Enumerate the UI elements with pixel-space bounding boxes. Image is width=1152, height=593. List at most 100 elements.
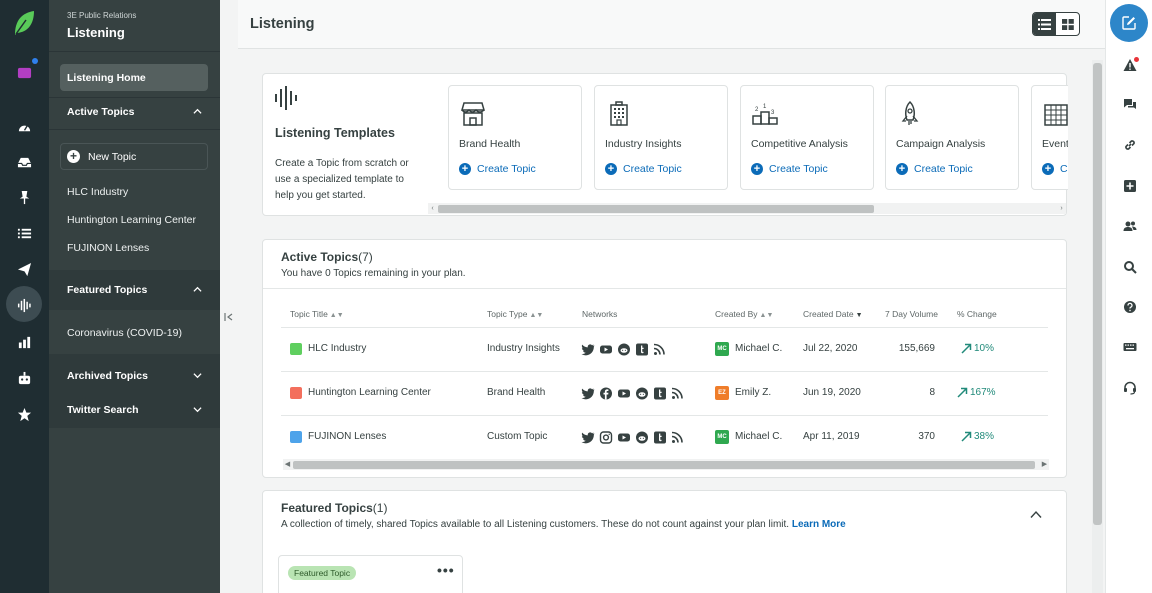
plus-circle-icon: + [751,163,763,175]
create-topic-link[interactable]: + Create Topic [605,163,682,175]
divider [281,415,1048,416]
add-button[interactable] [1106,176,1152,196]
topic-title-link[interactable]: HLC Industry [308,343,366,354]
list-view-button[interactable] [1033,13,1056,35]
template-card-event[interactable]: Event + Create Topic [1031,85,1068,190]
scrollbar-thumb[interactable] [293,461,1035,469]
help-button[interactable] [1106,297,1152,317]
trend-up-icon [957,387,968,398]
col-created-date[interactable]: Created Date ▼ [803,309,863,319]
active-topics-header[interactable]: Active Topics [67,106,135,118]
create-topic-link[interactable]: + Create Topic [751,163,828,175]
avatar: MC [715,342,729,356]
plus-circle-icon: + [1042,163,1054,175]
topic-title-link[interactable]: FUJINON Lenses [308,431,386,442]
create-topic-link[interactable]: + Create Topic [1042,163,1068,175]
svg-text:1: 1 [763,104,767,110]
scroll-left-arrow-icon[interactable]: ◀ [283,459,292,470]
twitter-search-header[interactable]: Twitter Search [67,404,139,416]
rss-icon [671,387,683,399]
chevron-down-icon[interactable] [193,405,202,414]
networks [581,387,685,400]
twitter-icon [581,344,595,356]
storefront-icon [461,102,485,126]
rail-dashboard[interactable] [0,110,49,144]
listening-home-link[interactable]: Listening Home [60,64,208,91]
rail-reports[interactable] [0,325,49,359]
templates-scrollbar[interactable]: ‹ › [428,203,1066,214]
col-topic-type[interactable]: Topic Type ▲▼ [487,309,543,319]
support-button[interactable] [1106,378,1152,398]
rail-listening[interactable] [0,286,49,322]
rail-inbox[interactable] [0,145,49,179]
template-card-campaign-analysis[interactable]: Campaign Analysis + Create Topic [885,85,1019,190]
trend-up-icon [961,431,972,442]
chevron-up-icon[interactable] [1030,510,1042,519]
pin-icon [19,190,30,204]
list-icon [1038,18,1051,30]
org-name: 3E Public Relations [67,11,137,20]
create-topic-link[interactable]: + Create Topic [896,163,973,175]
search-button[interactable] [1106,257,1152,277]
create-topic-link[interactable]: + Create Topic [459,163,536,175]
rail-send[interactable] [0,252,49,286]
chevron-down-icon[interactable] [193,371,202,380]
folder-icon [17,67,32,78]
star-icon [17,407,32,421]
rail-bots[interactable] [0,361,49,395]
col-topic-title[interactable]: Topic Title ▲▼ [290,309,344,319]
sidebar-item-coronavirus[interactable]: Coronavirus (COVID-19) [67,327,182,339]
chevron-up-icon[interactable] [193,107,202,116]
scroll-left-arrow-icon[interactable]: ‹ [428,203,437,214]
divider [49,51,220,52]
sidebar-item-hlc-industry[interactable]: HLC Industry [67,186,128,198]
keyboard-shortcuts-button[interactable] [1106,337,1152,357]
people-button[interactable] [1106,216,1152,236]
archived-topics-header[interactable]: Archived Topics [67,370,148,382]
more-options-icon[interactable]: ••• [437,562,455,578]
plus-circle-icon: + [459,163,471,175]
link-icon [1124,140,1135,150]
main-scrollbar[interactable] [1092,60,1103,593]
create-topic-label: Create Topic [623,163,682,175]
headset-icon [1123,381,1136,395]
featured-topics-header[interactable]: Featured Topics [67,284,147,296]
scrollbar-thumb[interactable] [1093,63,1102,525]
rail-folder[interactable] [0,55,49,89]
scroll-right-arrow-icon[interactable]: › [1057,203,1066,214]
reddit-icon [636,431,648,444]
template-card-competitive-analysis[interactable]: 213 Competitive Analysis + Create Topic [740,85,874,190]
sidebar-item-fujinon[interactable]: FUJINON Lenses [67,242,149,254]
grid-view-button[interactable] [1056,13,1079,35]
template-card-brand-health[interactable]: Brand Health + Create Topic [448,85,582,190]
featured-topic-card[interactable]: Featured Topic ••• [278,555,463,593]
topic-title-link[interactable]: Huntington Learning Center [308,387,431,398]
alerts-button[interactable] [1106,55,1152,75]
table-scrollbar[interactable]: ◀ ▶ [283,459,1049,470]
new-topic-button[interactable]: + New Topic [60,143,208,170]
rail-reviews[interactable] [0,397,49,431]
template-card-industry-insights[interactable]: Industry Insights + Create Topic [594,85,728,190]
view-toggle[interactable] [1032,12,1080,36]
youtube-icon [618,389,630,398]
networks [581,431,685,444]
plus-circle-icon: + [67,150,80,163]
rail-tasks[interactable] [0,216,49,250]
scroll-right-arrow-icon[interactable]: ▶ [1040,459,1049,470]
sort-icon: ▲▼ [529,312,544,319]
percent-change: 167% [957,387,996,398]
col-created-by[interactable]: Created By ▲▼ [715,309,773,319]
gauge-icon [18,124,31,131]
collapse-sidebar-icon[interactable] [224,312,234,322]
sprout-logo-icon[interactable] [12,10,36,36]
links-button[interactable] [1106,135,1152,155]
rocket-icon [901,100,919,125]
rail-publishing[interactable] [0,180,49,214]
learn-more-link[interactable]: Learn More [792,519,846,530]
compose-button[interactable] [1110,4,1148,42]
templates-carousel: Brand Health + Create Topic Industry Insi… [438,74,1068,217]
chevron-up-icon[interactable] [193,285,202,294]
sidebar-item-huntington[interactable]: Huntington Learning Center [67,214,196,226]
scrollbar-thumb[interactable] [438,205,874,213]
messages-button[interactable] [1106,95,1152,115]
